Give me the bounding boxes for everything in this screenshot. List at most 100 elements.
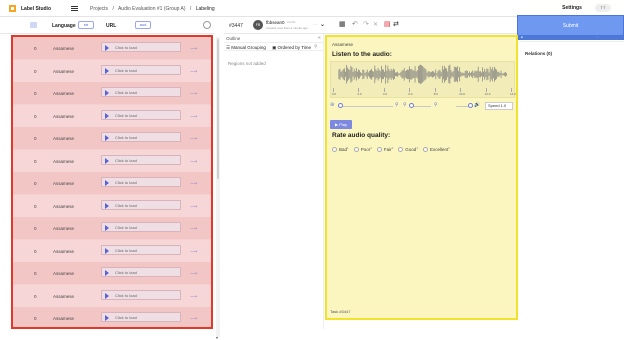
table-row[interactable]: 0 Assamese Click to load ⟶: [13, 104, 211, 127]
table-row[interactable]: 0 Assamese Click to load ⟶: [13, 59, 211, 82]
breadcrumb-project[interactable]: Audio Evaluation #1 (Group A): [118, 6, 186, 12]
play-button[interactable]: ▶ Play: [330, 120, 352, 129]
grid-icon[interactable]: ▦: [339, 21, 346, 29]
audio-player[interactable]: Click to load: [101, 267, 181, 277]
open-task-icon[interactable]: ⟶: [190, 226, 197, 232]
play-icon[interactable]: [105, 247, 109, 254]
menu-icon[interactable]: [71, 6, 78, 11]
undo-icon[interactable]: ↶: [352, 21, 358, 29]
vertical-zoom-track[interactable]: [411, 106, 431, 107]
radio-button[interactable]: [353, 147, 359, 152]
audio-player[interactable]: Click to load: [101, 244, 181, 255]
redo-icon[interactable]: ↷: [363, 21, 369, 29]
audio-load-label[interactable]: Click to load: [115, 248, 137, 253]
app-name[interactable]: Label Studio: [21, 6, 51, 12]
vertical-zoom-knob[interactable]: [409, 103, 414, 108]
label-studio-logo-icon[interactable]: [9, 5, 16, 12]
column-header-url[interactable]: URL: [106, 23, 116, 29]
play-icon[interactable]: [105, 90, 109, 96]
eye-icon[interactable]: ⚲: [314, 44, 318, 50]
more-options-icon[interactable]: ⋯: [313, 22, 317, 27]
table-row[interactable]: 0 Assamese Click to load ⟶: [13, 194, 211, 217]
play-icon[interactable]: [105, 180, 109, 186]
play-icon[interactable]: [105, 292, 109, 299]
column-type-badge-str[interactable]: str: [78, 21, 94, 29]
audio-load-label[interactable]: Click to load: [115, 180, 137, 185]
column-type-badge-aud[interactable]: aud: [135, 21, 151, 29]
play-icon[interactable]: [105, 270, 109, 276]
audio-player[interactable]: Click to load: [101, 42, 181, 52]
submit-dropdown-strip[interactable]: [517, 36, 624, 40]
open-task-icon[interactable]: ⟶: [190, 204, 197, 210]
play-icon[interactable]: [105, 45, 109, 51]
table-row[interactable]: 0 Assamese Click to load ⟶: [13, 37, 211, 59]
zoom-in-icon[interactable]: ⚲: [395, 102, 399, 108]
settings-button[interactable]: Settings: [557, 4, 587, 13]
table-row[interactable]: 0 Assamese Click to load ⟶: [13, 127, 211, 149]
radio-button[interactable]: [332, 147, 337, 152]
play-icon[interactable]: [105, 157, 109, 164]
radio-button[interactable]: [422, 147, 428, 152]
open-task-icon[interactable]: ⟶: [190, 69, 197, 75]
audio-load-label[interactable]: Click to load: [115, 135, 137, 140]
volume-slider-knob[interactable]: [468, 103, 473, 108]
play-icon[interactable]: [105, 135, 109, 141]
audio-load-label[interactable]: Click to load: [115, 315, 137, 320]
open-task-icon[interactable]: ⟶: [190, 46, 197, 52]
gear-icon[interactable]: [203, 21, 211, 29]
audio-load-label[interactable]: Click to load: [115, 225, 137, 230]
radio-button[interactable]: [398, 147, 404, 152]
audio-load-label[interactable]: Click to load: [115, 203, 137, 208]
play-icon[interactable]: [105, 112, 109, 119]
audio-player[interactable]: Click to load: [101, 199, 181, 210]
rating-choice[interactable]: Good4: [398, 146, 418, 152]
play-icon[interactable]: [105, 315, 109, 321]
speed-select[interactable]: Speed 1.0: [485, 102, 513, 110]
zoom-icon[interactable]: ⚲: [403, 102, 407, 108]
zoom-icon[interactable]: ⚲: [434, 102, 438, 108]
order-by-button[interactable]: ▣ Ordered by Time: [272, 45, 311, 51]
play-icon[interactable]: [105, 67, 109, 74]
zoom-slider-track[interactable]: [338, 106, 393, 107]
annotator-name[interactable]: fbbsean0: [266, 20, 285, 25]
table-row[interactable]: 0 Assamese Click to load ⟶: [13, 262, 211, 284]
table-row[interactable]: 0 Assamese Click to load ⟶: [13, 217, 211, 239]
scroll-down-icon[interactable]: ▾: [216, 335, 218, 340]
audio-load-label[interactable]: Click to load: [115, 45, 137, 50]
rating-choice[interactable]: Fair3: [376, 146, 393, 152]
radio-button[interactable]: [376, 147, 382, 152]
table-row[interactable]: 0 Assamese Click to load ⟶: [13, 172, 211, 194]
rating-choice[interactable]: Bad1: [332, 146, 349, 152]
open-task-icon[interactable]: ⟶: [190, 114, 197, 120]
open-task-icon[interactable]: ⟶: [190, 271, 197, 277]
audio-load-label[interactable]: Click to load: [115, 158, 137, 163]
open-task-icon[interactable]: ⟶: [190, 294, 197, 300]
open-task-icon[interactable]: ⟶: [190, 316, 197, 322]
audio-player[interactable]: Click to load: [101, 132, 181, 142]
scrollbar-thumb[interactable]: [217, 39, 219, 179]
audio-player[interactable]: Click to load: [101, 87, 181, 97]
column-header-language[interactable]: Language: [52, 23, 76, 29]
audio-load-label[interactable]: Click to load: [115, 113, 137, 118]
audio-player[interactable]: Click to load: [101, 312, 181, 322]
open-task-icon[interactable]: ⟶: [190, 91, 197, 97]
audio-player[interactable]: Click to load: [101, 289, 181, 300]
table-row[interactable]: 0 Assamese Click to load ⟶: [13, 307, 211, 327]
open-task-icon[interactable]: ⟶: [190, 181, 197, 187]
swap-icon[interactable]: ⇄: [393, 21, 399, 29]
audio-load-label[interactable]: Click to load: [115, 270, 137, 275]
audio-player[interactable]: Click to load: [101, 154, 181, 165]
table-row[interactable]: 0 Assamese Click to load ⟶: [13, 284, 211, 307]
audio-player[interactable]: Click to load: [101, 222, 181, 232]
audio-load-label[interactable]: Click to load: [115, 293, 137, 298]
audio-player[interactable]: Click to load: [101, 177, 181, 187]
zoom-out-icon[interactable]: ⊕: [330, 102, 334, 108]
chevron-down-icon[interactable]: ⌄: [320, 21, 325, 28]
user-avatar[interactable]: TT: [595, 4, 611, 12]
table-row[interactable]: 0 Assamese Click to load ⟶: [13, 149, 211, 172]
audio-player[interactable]: Click to load: [101, 64, 181, 75]
audio-load-label[interactable]: Click to load: [115, 68, 137, 73]
play-icon[interactable]: [105, 202, 109, 209]
grid-view-icon[interactable]: [30, 22, 37, 28]
open-task-icon[interactable]: ⟶: [190, 249, 197, 255]
